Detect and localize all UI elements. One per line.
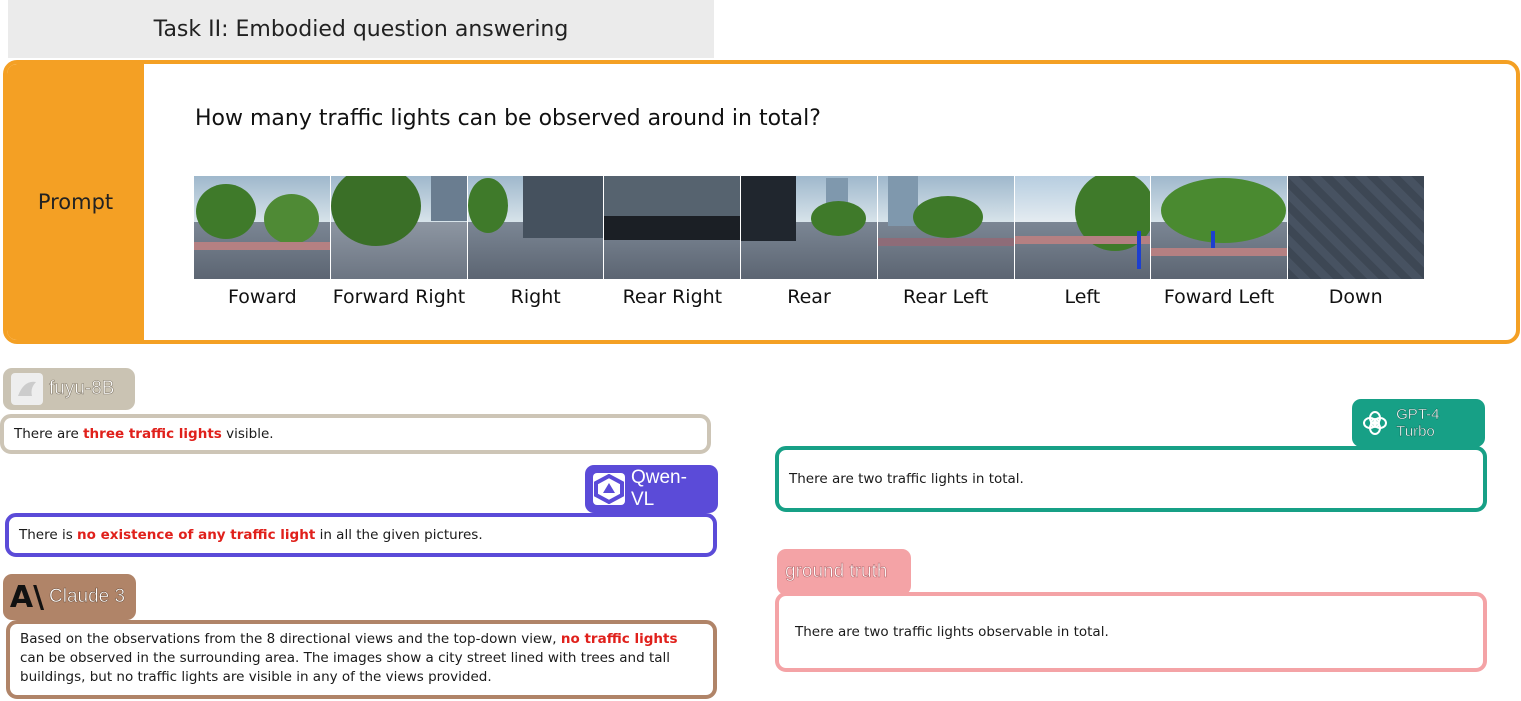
view-label: Foward [228,286,297,308]
view-label: Rear Right [622,286,723,308]
view-image-foward-left [1151,176,1289,279]
view-label: Down [1328,286,1383,308]
anthropic-logo-icon: A\ [9,579,45,615]
prompt-label-box: Prompt [7,64,144,340]
view-image-forward-right [330,176,468,279]
view-image-rear-left [877,176,1015,279]
view-image-foward [194,176,331,279]
view-image-down [1288,176,1425,279]
claude-name: Claude 3 [49,586,126,608]
view-label: Foward Left [1163,286,1275,308]
ground-truth-answer: There are two traffic lights observable … [775,592,1487,672]
openai-logo-icon [1360,407,1390,439]
view-label: Left [1064,286,1101,308]
view-labels: Foward Forward Right Right Rear Right Rear Re… [194,286,1424,308]
qwen-badge: Qwen-VL [585,465,718,513]
view-image-rear [741,176,878,279]
claude-highlight: no traffic lights [560,631,678,647]
view-image-rear-right [604,176,742,279]
view-image-right [467,176,605,279]
ground-truth-badge: ground truth [777,549,911,595]
view-image-left [1014,176,1152,279]
gpt-answer: There are two traffic lights in total. [775,446,1487,512]
view-label: Right [510,286,561,308]
qwen-highlight: no existence of any traffic light [77,526,316,543]
fuyu-badge: fuyu-8B [3,368,135,410]
task-title: Task II: Embodied question answering [153,16,569,42]
view-label: Rear [787,286,831,308]
fuyu-logo-icon [11,373,43,405]
ground-truth-name: ground truth [785,561,888,583]
view-label: Forward Right [332,286,466,308]
question-text: How many traffic lights can be observed … [195,106,821,131]
view-strip [194,176,1425,282]
qwen-name: Qwen-VL [630,467,687,510]
view-label: Rear Left [903,286,989,308]
qwen-logo-icon [593,473,625,505]
claude-answer: Based on the observations from the 8 dir… [6,620,717,699]
fuyu-name: fuyu-8B [49,378,115,400]
prompt-label: Prompt [37,190,114,214]
qwen-answer: There is no existence of any traffic lig… [5,513,717,557]
gpt-name: GPT-4 Turbo [1396,406,1440,440]
gpt-badge: GPT-4 Turbo [1352,399,1485,447]
fuyu-highlight: three traffic lights [83,425,222,442]
task-header: Task II: Embodied question answering [8,0,714,58]
claude-badge: A\ Claude 3 [3,574,136,620]
prompt-panel: Prompt How many traffic lights can be ob… [3,60,1520,344]
fuyu-answer: There are three traffic lights visible. [0,414,711,454]
